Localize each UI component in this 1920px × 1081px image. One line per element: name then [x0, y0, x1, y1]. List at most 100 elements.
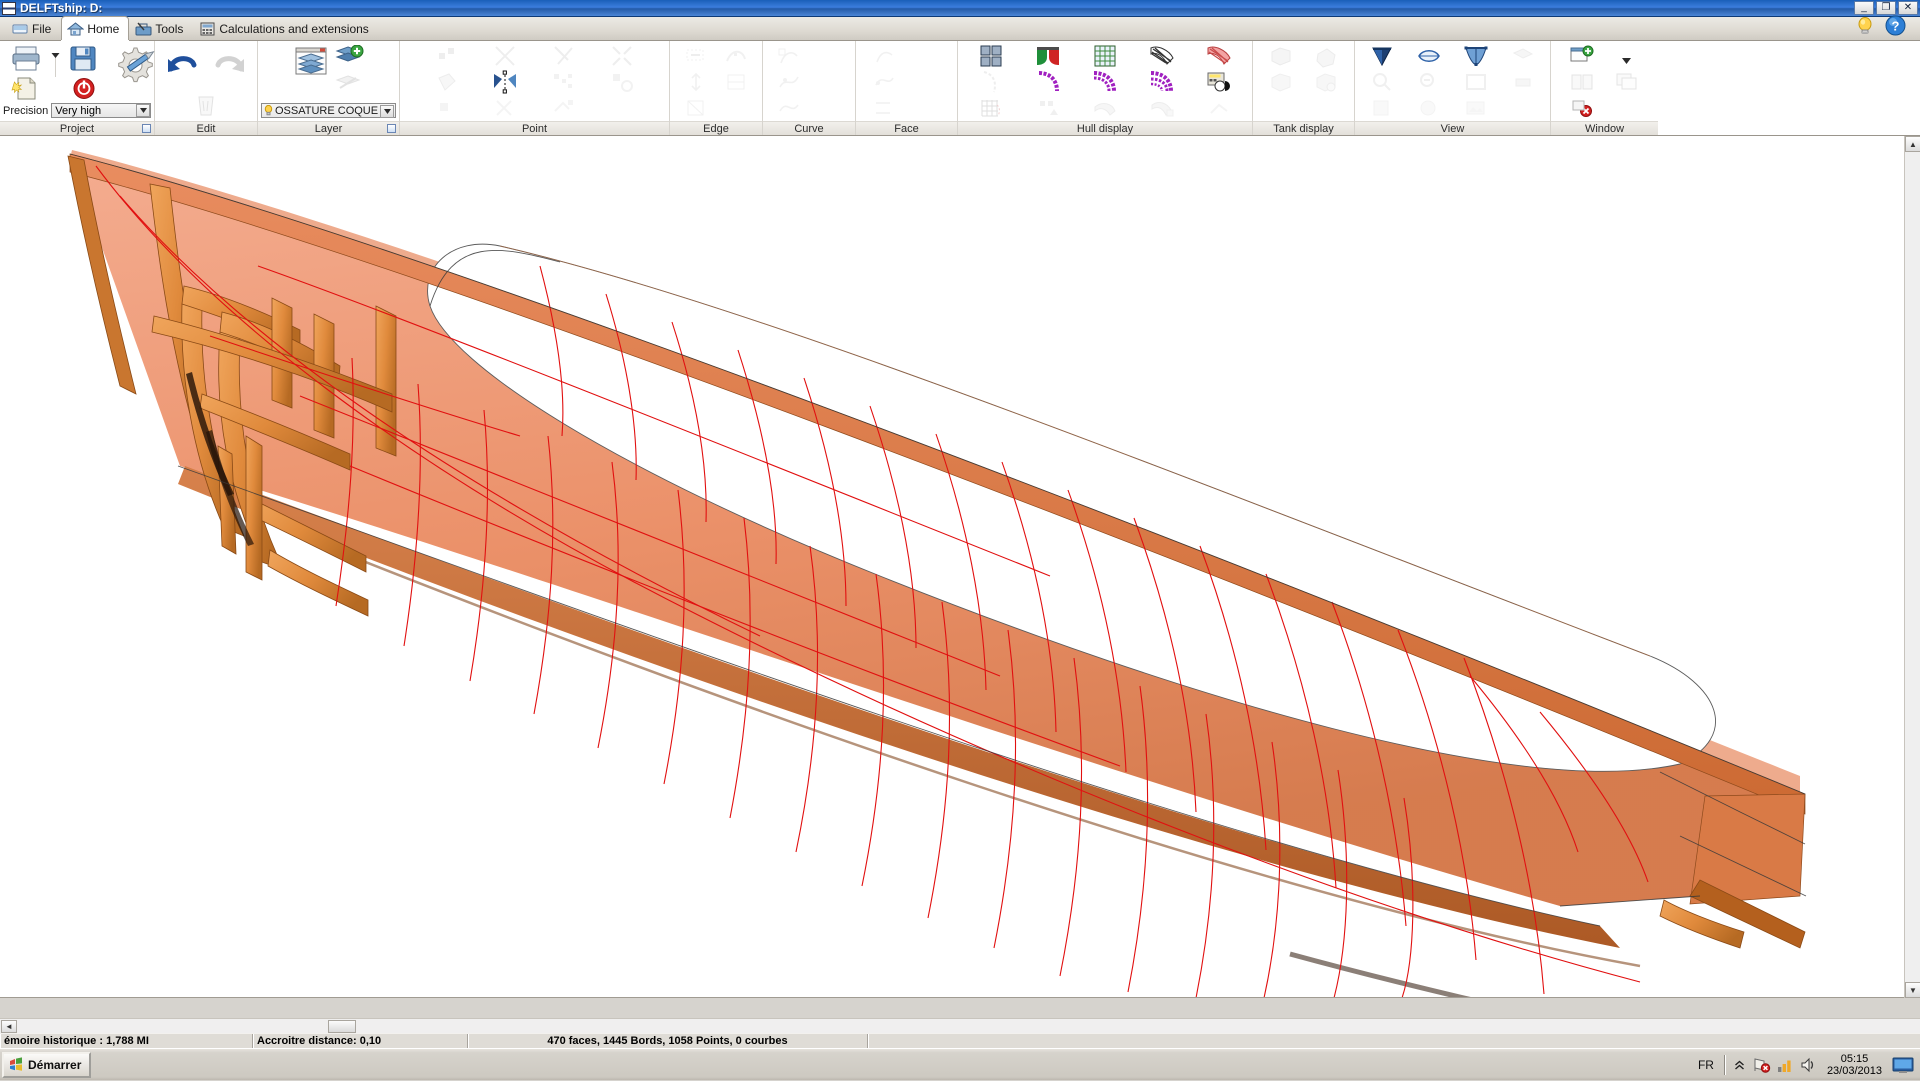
new-curve-icon[interactable] [777, 45, 801, 67]
language-indicator[interactable]: FR [1698, 1058, 1718, 1072]
scroll-down-button[interactable]: ▼ [1905, 982, 1920, 998]
lock-points-icon[interactable] [435, 97, 459, 119]
collapse-edge-icon[interactable] [724, 71, 748, 93]
undo-icon[interactable] [165, 49, 199, 79]
volume-icon[interactable] [1800, 1057, 1817, 1073]
buttocks-icon[interactable] [1092, 70, 1118, 94]
save-image-icon[interactable] [1370, 97, 1394, 119]
save-icon[interactable] [68, 44, 100, 76]
minimize-button[interactable]: _ [1854, 1, 1874, 15]
waterlines-icon[interactable] [1149, 70, 1175, 94]
help-question-icon[interactable]: ? [1885, 15, 1906, 39]
extrude-edge-icon[interactable] [684, 45, 708, 67]
print-view-icon[interactable] [1511, 71, 1535, 93]
project-settings-icon[interactable] [112, 44, 144, 96]
layer-manager-icon[interactable] [294, 45, 326, 77]
project-dialog-launcher[interactable] [142, 124, 151, 133]
scroll-left-button[interactable]: ◄ [1, 1020, 17, 1033]
tab-tools[interactable]: Tools [129, 17, 193, 40]
zebra-icon[interactable] [1092, 97, 1118, 119]
windows-taskbar[interactable]: Démarrer FR [0, 1048, 1920, 1080]
shaded-hull-icon[interactable] [1035, 44, 1061, 68]
print-dropdown-icon[interactable] [51, 48, 60, 54]
horizontal-scroll-thumb[interactable] [328, 1020, 356, 1033]
zoom-all-icon[interactable] [1464, 71, 1488, 93]
split-edge-icon[interactable] [724, 45, 748, 67]
wireframe-icon[interactable] [979, 70, 1003, 94]
tile-windows-icon[interactable] [1569, 71, 1595, 93]
viewport-horizontal-scrollbar[interactable]: ◄ [0, 1018, 1920, 1033]
layer-dialog-launcher[interactable] [387, 124, 396, 133]
tank-wire-icon[interactable] [1313, 44, 1339, 68]
curve-properties-icon[interactable] [777, 97, 801, 119]
background-image-icon[interactable] [1464, 97, 1488, 119]
perspective-view-icon[interactable] [1370, 44, 1394, 68]
developability-icon[interactable] [1206, 70, 1232, 94]
ribbon[interactable]: Precision Very high Project [0, 41, 1920, 136]
ribbon-tabstrip[interactable]: File Home Tools [0, 17, 1920, 41]
unlock-points-icon[interactable] [493, 97, 517, 119]
tank-sections-icon[interactable] [1268, 70, 1294, 94]
zoom-out-icon[interactable] [1417, 71, 1441, 93]
window-titlebar[interactable]: DELFTship: D: _ ❐ ✕ [0, 0, 1920, 17]
exit-icon[interactable] [71, 76, 97, 101]
close-button[interactable]: ✕ [1898, 1, 1918, 15]
bodyplan-view-icon[interactable] [1463, 44, 1489, 68]
delete-empty-layers-icon[interactable] [334, 72, 364, 96]
project-point-icon[interactable] [435, 70, 459, 94]
grid-icon[interactable] [1093, 44, 1117, 68]
show-hidden-icons-chevron[interactable] [1732, 1059, 1747, 1071]
align-point-icon[interactable] [493, 44, 517, 68]
model-viewport[interactable] [0, 136, 1920, 998]
stations-icon[interactable] [1036, 70, 1060, 94]
display-icon[interactable] [1892, 1056, 1918, 1074]
collapse-point-icon[interactable] [610, 44, 634, 68]
network-disconnected-icon[interactable] [1753, 1057, 1771, 1073]
flip-normals-icon[interactable] [872, 97, 896, 119]
recycle-bin-icon[interactable] [194, 93, 218, 117]
window-controls[interactable]: _ ❐ ✕ [1854, 1, 1918, 15]
tank-shaded-icon[interactable] [1268, 44, 1294, 68]
mirror-point-icon[interactable] [492, 70, 518, 94]
new-file-icon[interactable] [10, 76, 42, 102]
hull-3d-model[interactable] [0, 136, 1920, 998]
draft-marks-icon[interactable] [1207, 97, 1231, 119]
color-view-icon[interactable] [1417, 97, 1441, 119]
gaussian-grid-icon[interactable] [979, 97, 1003, 119]
tab-file[interactable]: File [6, 17, 61, 40]
chevron-down-icon[interactable] [136, 104, 150, 117]
cascade-windows-icon[interactable] [1614, 71, 1640, 93]
restore-button[interactable]: ❐ [1876, 1, 1896, 15]
invert-face-icon[interactable] [872, 71, 896, 93]
window-dropdown-icon[interactable] [1622, 53, 1632, 60]
checkered-hull-icon[interactable] [1149, 44, 1175, 68]
tab-calculations[interactable]: Calculations and extensions [193, 17, 378, 40]
layer-combobox[interactable]: OSSATURE COQUE [275, 105, 378, 117]
lightbulb-icon[interactable] [1855, 15, 1875, 39]
control-net-icon[interactable] [979, 44, 1003, 68]
curvature-hull-icon[interactable] [1206, 44, 1232, 68]
viewport-vertical-scrollbar[interactable]: ▲ ▼ [1904, 136, 1920, 998]
environment-map-icon[interactable] [1036, 97, 1060, 119]
new-layer-icon[interactable] [334, 45, 364, 71]
signal-bars-icon[interactable] [1777, 1057, 1794, 1073]
intersect-point-icon[interactable] [552, 44, 576, 68]
tank-props-icon[interactable] [1313, 70, 1339, 94]
start-button[interactable]: Démarrer [2, 1052, 91, 1078]
chevron-down-icon[interactable] [380, 105, 394, 118]
close-window-icon[interactable] [1571, 98, 1593, 118]
new-face-icon[interactable] [872, 45, 896, 67]
zoom-in-icon[interactable] [1370, 71, 1394, 93]
new-window-icon[interactable] [1569, 45, 1595, 67]
point-properties-icon[interactable] [610, 70, 634, 94]
edge-grid-icon[interactable] [684, 97, 708, 119]
remove-unused-icon[interactable] [552, 97, 576, 119]
scroll-up-button[interactable]: ▲ [1905, 136, 1920, 152]
crease-edge-icon[interactable] [684, 71, 708, 93]
redo-icon[interactable] [213, 49, 247, 79]
insert-plane-icon[interactable] [552, 70, 576, 94]
plan-view-icon[interactable] [1511, 45, 1535, 67]
print-icon[interactable] [10, 44, 42, 76]
add-point-icon[interactable] [435, 44, 459, 68]
tab-home[interactable]: Home [61, 16, 129, 40]
